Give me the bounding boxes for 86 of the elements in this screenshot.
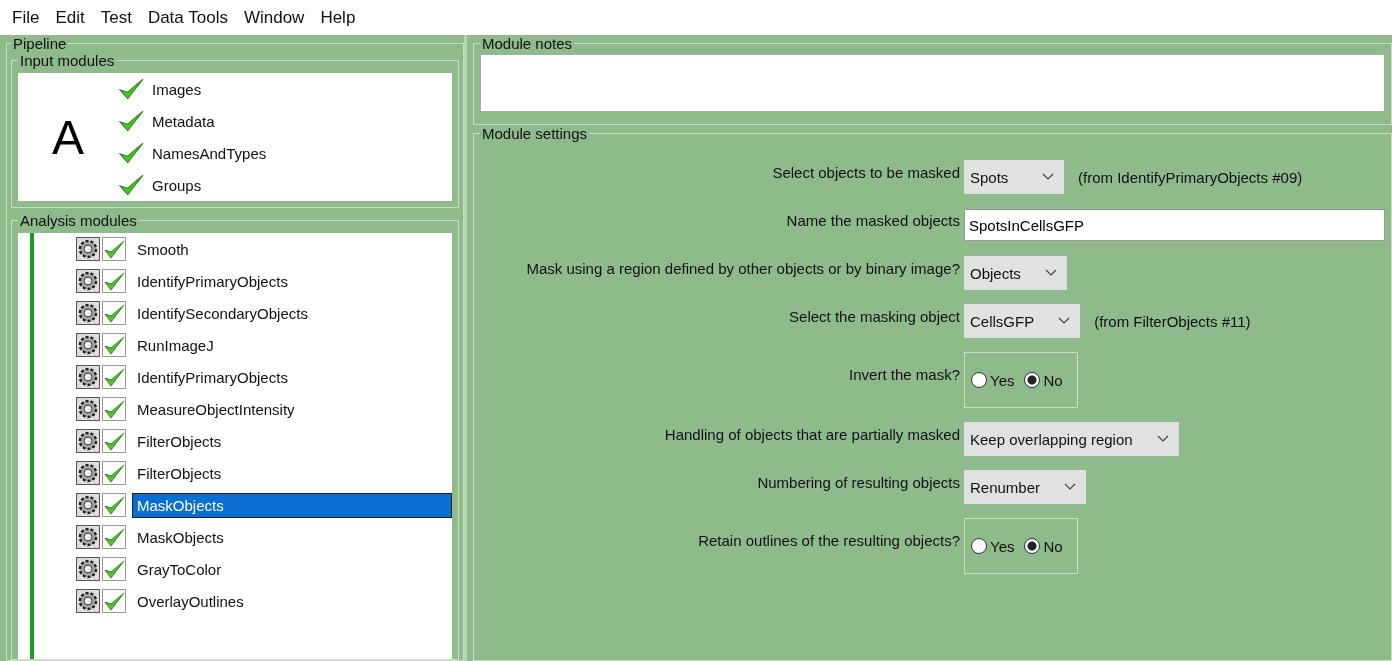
caret-icon xyxy=(1042,173,1054,181)
check-icon[interactable] xyxy=(102,461,126,485)
menu-item[interactable]: File xyxy=(4,7,48,28)
gear-icon[interactable] xyxy=(76,269,100,293)
module-item[interactable]: MaskObjects xyxy=(132,524,452,550)
dropdown[interactable]: CellsGFP xyxy=(964,304,1081,338)
setting-label: Invert the mask? xyxy=(849,365,961,383)
panel-label: A xyxy=(51,109,85,165)
gear-icon[interactable] xyxy=(76,429,100,453)
module-item[interactable]: IdentifySecondaryObjects xyxy=(132,300,452,326)
setting-label: Retain outlines of the resulting objects? xyxy=(698,531,961,549)
setting-note: (from FilterObjects #11) xyxy=(1094,312,1251,330)
gear-icon[interactable] xyxy=(76,493,100,517)
group-title: Pipeline xyxy=(12,35,68,52)
radio-button[interactable] xyxy=(971,372,987,388)
gear-icon[interactable] xyxy=(76,397,100,421)
group-title: Analysis modules xyxy=(19,212,138,229)
module-item[interactable]: IdentifyPrimaryObjects xyxy=(132,364,452,390)
notes-field[interactable] xyxy=(480,54,1385,112)
caret-icon xyxy=(1058,317,1071,325)
dropdown[interactable]: Keep overlapping region xyxy=(964,422,1179,456)
caret-icon xyxy=(1044,269,1057,277)
caret-icon xyxy=(1064,483,1077,491)
module-item[interactable]: FilterObjects xyxy=(132,428,452,454)
module-name[interactable]: NamesAndTypes xyxy=(152,144,267,162)
menu-item[interactable]: Window xyxy=(235,7,313,28)
caret-icon xyxy=(1156,435,1169,443)
check-icon xyxy=(118,140,144,166)
gear-icon[interactable] xyxy=(76,589,100,613)
module-item[interactable]: GrayToColor xyxy=(132,556,452,582)
module-item[interactable]: Smooth xyxy=(132,236,452,262)
module-item[interactable]: MeasureObjectIntensity xyxy=(132,396,452,422)
radio-button[interactable] xyxy=(1024,372,1041,388)
radio-button[interactable] xyxy=(1024,538,1041,554)
check-icon[interactable] xyxy=(102,493,126,517)
check-icon xyxy=(118,172,144,198)
gear-icon[interactable] xyxy=(76,237,100,261)
setting-label: Handling of objects that are partially masked xyxy=(664,425,961,443)
menu-item[interactable]: Test xyxy=(92,7,140,28)
gear-icon[interactable] xyxy=(76,333,100,357)
module-item[interactable]: RunImageJ xyxy=(132,332,452,358)
gear-icon[interactable] xyxy=(76,301,100,325)
setting-label: Numbering of resulting objects xyxy=(757,473,961,491)
menu-item[interactable]: Help xyxy=(312,7,364,28)
setting-label: Select the masking object xyxy=(789,307,961,325)
gear-icon[interactable] xyxy=(76,557,100,581)
text-field[interactable]: SpotsInCellsGFP xyxy=(964,209,1385,241)
check-icon[interactable] xyxy=(102,269,126,293)
radio-option[interactable]: Yes xyxy=(971,371,1015,389)
setting-label: Mask using a region defined by other objects or by binary image? xyxy=(526,259,961,277)
menu-item[interactable]: Edit xyxy=(47,7,93,28)
module-item[interactable]: MaskObjects xyxy=(132,492,452,518)
gear-icon[interactable] xyxy=(76,365,100,389)
group-title: Input modules xyxy=(19,52,116,69)
setting-label: Select objects to be masked xyxy=(772,163,961,181)
check-icon[interactable] xyxy=(102,557,126,581)
module-item[interactable]: FilterObjects xyxy=(132,460,452,486)
menu-item[interactable]: Data Tools xyxy=(139,7,236,28)
check-icon[interactable] xyxy=(102,429,126,453)
dropdown[interactable]: Spots xyxy=(964,160,1064,194)
module-item[interactable]: IdentifyPrimaryObjects xyxy=(132,268,452,294)
radio-button[interactable] xyxy=(971,538,987,554)
dropdown[interactable]: Objects xyxy=(964,256,1067,290)
check-icon xyxy=(118,108,144,134)
check-icon xyxy=(118,76,144,102)
gear-icon[interactable] xyxy=(76,525,100,549)
check-icon[interactable] xyxy=(102,333,126,357)
gear-icon[interactable] xyxy=(76,461,100,485)
radio-option[interactable]: Yes xyxy=(971,537,1015,555)
module-item[interactable]: OverlayOutlines xyxy=(132,588,452,614)
check-icon[interactable] xyxy=(102,589,126,613)
check-icon[interactable] xyxy=(102,525,126,549)
module-name[interactable]: Groups xyxy=(152,176,202,194)
setting-note: (from IdentifyPrimaryObjects #09) xyxy=(1078,168,1303,186)
check-icon[interactable] xyxy=(102,365,126,389)
group-title: Module settings xyxy=(481,125,589,142)
check-icon[interactable] xyxy=(102,397,126,421)
module-name[interactable]: Metadata xyxy=(152,112,215,130)
module-name[interactable]: Images xyxy=(152,80,202,98)
check-icon[interactable] xyxy=(102,237,126,261)
radio-option[interactable]: No xyxy=(1024,371,1063,389)
radio-option[interactable]: No xyxy=(1024,537,1063,555)
setting-label: Name the masked objects xyxy=(786,211,961,229)
check-icon[interactable] xyxy=(102,301,126,325)
group-title: Module notes xyxy=(481,35,574,52)
dropdown[interactable]: Renumber xyxy=(964,470,1087,504)
